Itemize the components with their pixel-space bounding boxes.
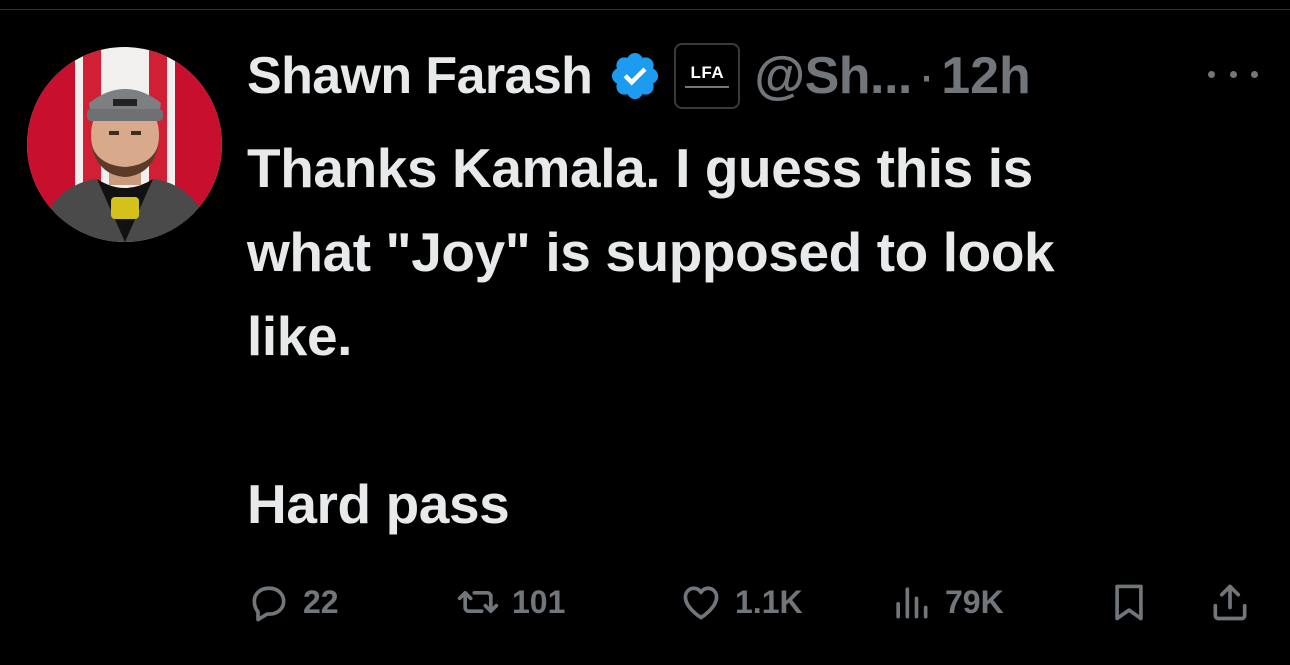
tweet-text-line: like. [247,305,353,367]
affiliate-badge-line [685,86,730,88]
heart-icon [683,586,719,620]
more-dot [1229,70,1237,78]
more-dot [1208,70,1215,78]
repost-icon [457,591,499,613]
top-divider [0,9,1290,10]
avatar[interactable] [27,47,222,242]
like-button[interactable]: 1.1K [679,572,803,632]
bookmark-button[interactable] [1107,572,1151,632]
verified-badge-icon[interactable] [608,49,662,103]
author-name[interactable]: Shawn Farash [247,46,593,106]
share-icon [1213,584,1247,621]
tweet-text: Thanks Kamala. I guess this is what "Joy… [247,126,1247,546]
views-chart-icon [896,587,928,619]
reply-button[interactable]: 22 [247,572,339,632]
lfa-affiliate-icon[interactable]: LFA [674,43,741,109]
more-dots-icon[interactable] [1208,62,1258,86]
views-button[interactable]: 79K [889,572,1004,632]
repost-count: 101 [512,583,566,620]
like-count: 1.1K [735,583,803,620]
affiliate-badge-text: LFA [690,63,725,82]
tweet-header: Shawn Farash LFA @Sh... · 12h [247,40,1247,112]
repost-button[interactable]: 101 [456,572,565,632]
tweet-text-line: what "Joy" is supposed to look [247,221,1055,283]
author-handle[interactable]: @Sh... [754,46,912,106]
separator-dot: · [917,47,936,105]
views-count: 79K [945,583,1004,620]
tweet-text-line: Thanks Kamala. I guess this is [247,137,1033,199]
reply-count: 22 [303,583,339,620]
tweet-time[interactable]: 12h [941,46,1031,106]
more-dot [1251,70,1258,78]
action-bar: 22 101 1.1K 79K [0,572,1290,632]
share-button[interactable] [1208,572,1252,632]
bookmark-icon [1115,584,1143,621]
tweet-text-line: Hard pass [247,473,510,535]
reply-icon [252,586,286,622]
